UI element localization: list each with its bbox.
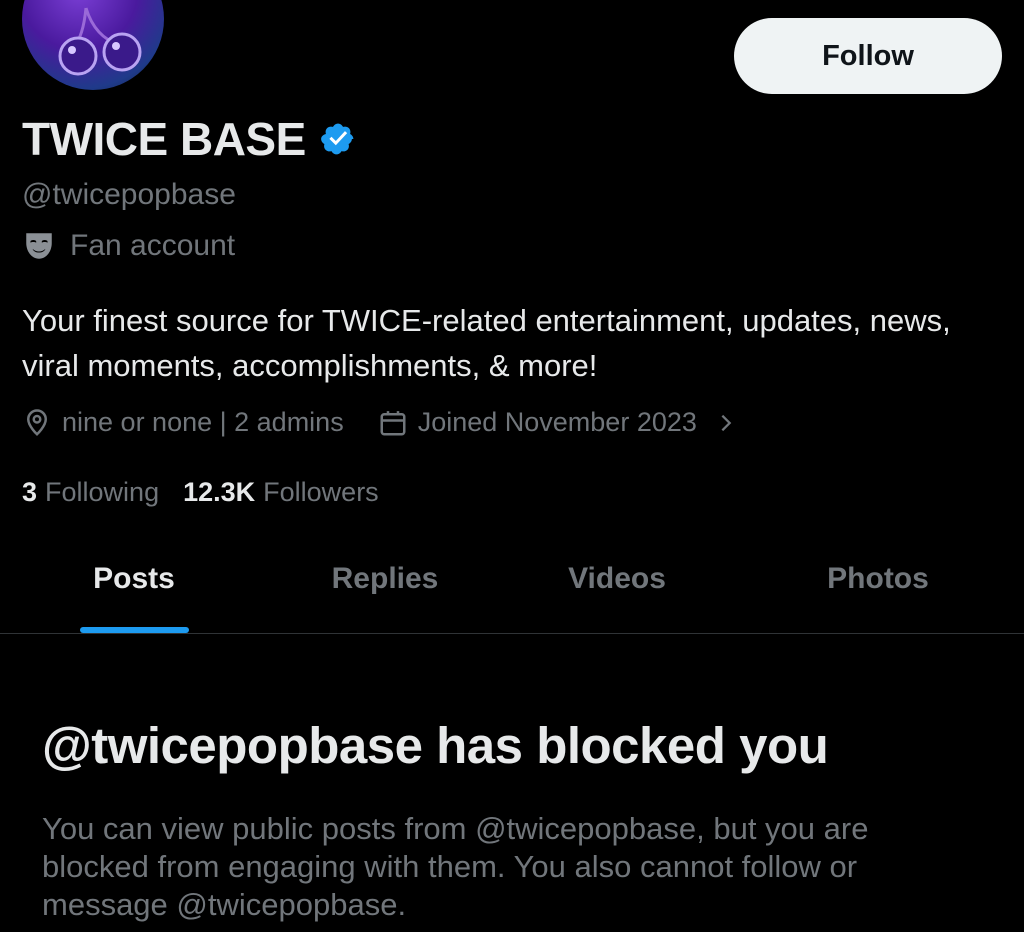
category-label: Fan account <box>70 229 236 262</box>
followers-count: 12.3K <box>183 477 256 507</box>
tab-photos[interactable]: Photos <box>808 548 948 634</box>
following-label: Following <box>45 477 160 507</box>
profile-page: Follow TWICE BASE @twicepopbase Fan acco… <box>0 0 1024 932</box>
avatar[interactable] <box>22 0 164 90</box>
profile-tabs: Posts Replies Videos Photos <box>0 548 1024 634</box>
location-pin-icon <box>26 408 48 436</box>
profile-meta: nine or none | 2 admins Joined November … <box>22 407 737 438</box>
following-link[interactable]: 3 Following <box>22 477 159 508</box>
joined-item[interactable]: Joined November 2023 <box>378 407 737 438</box>
profile-category: Fan account <box>22 229 235 263</box>
blocked-title: @twicepopbase has blocked you <box>42 717 829 774</box>
cherry-logo-icon <box>58 7 142 76</box>
chevron-right-icon[interactable] <box>715 412 737 434</box>
display-name-row: TWICE BASE <box>22 112 356 166</box>
joined-label: Joined November 2023 <box>417 407 697 437</box>
tab-posts[interactable]: Posts <box>78 548 190 634</box>
following-count: 3 <box>22 477 38 507</box>
profile-handle: @twicepopbase <box>22 178 236 211</box>
tab-videos[interactable]: Videos <box>550 548 684 634</box>
tab-replies[interactable]: Replies <box>315 548 455 634</box>
followers-label: Followers <box>263 477 379 507</box>
verified-badge-icon[interactable] <box>320 121 356 157</box>
profile-stats: 3 Following 12.3K Followers <box>22 477 379 508</box>
theater-mask-icon <box>26 233 52 259</box>
calendar-icon <box>380 410 406 435</box>
location-label: nine or none | 2 admins <box>62 407 344 437</box>
profile-bio: Your finest source for TWICE-related ent… <box>22 303 951 383</box>
location-item: nine or none | 2 admins <box>22 407 344 438</box>
display-name: TWICE BASE <box>22 113 306 165</box>
follow-button[interactable]: Follow <box>734 18 1002 94</box>
followers-link[interactable]: 12.3K Followers <box>183 477 379 508</box>
blocked-description: You can view public posts from @twicepop… <box>42 811 869 922</box>
active-tab-indicator <box>80 627 189 633</box>
